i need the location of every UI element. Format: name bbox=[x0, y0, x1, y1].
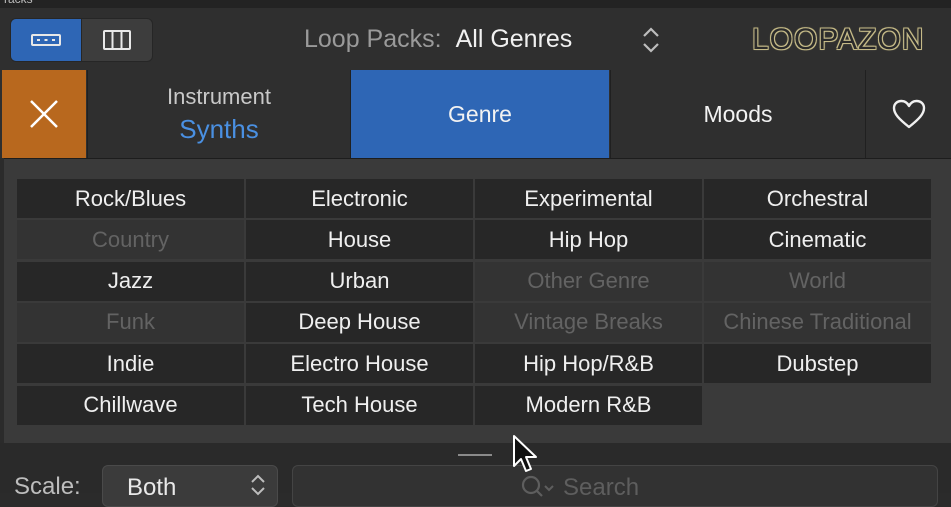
top-strip: racks bbox=[0, 0, 951, 8]
genre-cell[interactable]: Rock/Blues bbox=[17, 179, 245, 219]
genre-cell[interactable]: Urban bbox=[246, 261, 474, 302]
scale-select[interactable]: Both bbox=[102, 465, 278, 507]
scale-select-value: Both bbox=[127, 474, 177, 501]
mouse-pointer-icon bbox=[513, 435, 537, 472]
resize-handle[interactable] bbox=[458, 454, 492, 456]
genre-cell[interactable]: Dubstep bbox=[704, 344, 932, 385]
search-icon bbox=[521, 475, 554, 497]
search-placeholder: Search bbox=[563, 474, 640, 501]
genre-cell: Chinese Traditional bbox=[704, 302, 932, 343]
loop-packs-label: Loop Packs: bbox=[304, 25, 442, 53]
close-icon bbox=[30, 100, 58, 128]
tab-instrument-value: Synths bbox=[179, 113, 259, 144]
genre-cell[interactable]: Deep House bbox=[246, 302, 474, 343]
heart-icon bbox=[892, 99, 926, 129]
genre-cell[interactable]: Hip Hop/R&B bbox=[475, 344, 703, 385]
genre-cell[interactable]: Chillwave bbox=[17, 385, 245, 426]
tab-instrument[interactable]: Instrument Synths bbox=[87, 70, 350, 158]
view-mode-segmented-control bbox=[10, 18, 153, 62]
up-down-chevron-icon[interactable] bbox=[640, 24, 662, 56]
genre-cell: Other Genre bbox=[475, 261, 703, 302]
genre-cell[interactable]: Electronic bbox=[246, 179, 474, 219]
genre-cell[interactable]: Indie bbox=[17, 344, 245, 385]
genre-cell[interactable]: Electro House bbox=[246, 344, 474, 385]
genre-cell[interactable]: Hip Hop bbox=[475, 220, 703, 261]
genre-cell: Vintage Breaks bbox=[475, 302, 703, 343]
column-view-icon bbox=[103, 30, 131, 50]
genre-cell[interactable]: Experimental bbox=[475, 179, 703, 219]
scale-label: Scale: bbox=[14, 473, 81, 500]
favorites-button[interactable] bbox=[865, 70, 951, 158]
genre-cell[interactable]: Jazz bbox=[17, 261, 245, 302]
top-strip-text: racks bbox=[4, 0, 33, 6]
list-view-button[interactable] bbox=[11, 19, 81, 61]
resize-divider[interactable] bbox=[0, 443, 951, 463]
genre-cell[interactable]: Modern R&B bbox=[475, 385, 703, 426]
genre-cell[interactable]: Orchestral bbox=[704, 179, 932, 219]
chevron-up-down-icon bbox=[251, 474, 265, 496]
column-view-button[interactable] bbox=[81, 19, 152, 61]
loop-packs-value: All Genres bbox=[455, 25, 573, 53]
logo-watermark: LOOPAZON bbox=[752, 23, 925, 56]
filter-tabs: Instrument Synths Genre Moods bbox=[0, 70, 951, 158]
genre-cell: World bbox=[704, 261, 932, 302]
loop-packs-selector[interactable]: Loop Packs: All Genres bbox=[304, 25, 572, 54]
genre-cell: Country bbox=[17, 220, 245, 261]
tab-instrument-label: Instrument bbox=[167, 83, 271, 109]
genre-cell: Funk bbox=[17, 302, 245, 343]
genre-panel: Rock/Blues Electronic Experimental Orchestr… bbox=[4, 158, 951, 444]
genre-cell[interactable]: Cinematic bbox=[704, 220, 932, 261]
search-field[interactable]: Search bbox=[292, 465, 938, 507]
genre-cell[interactable]: Tech House bbox=[246, 385, 474, 426]
tab-moods-label: Moods bbox=[703, 100, 773, 127]
tab-moods[interactable]: Moods bbox=[610, 70, 865, 158]
close-button[interactable] bbox=[2, 70, 86, 158]
genre-cell[interactable]: House bbox=[246, 220, 474, 261]
tab-genre[interactable]: Genre bbox=[350, 70, 609, 158]
tab-genre-label: Genre bbox=[448, 100, 512, 127]
list-view-icon bbox=[31, 34, 61, 46]
toolbar: Loop Packs: All Genres LOOPAZON bbox=[0, 8, 951, 70]
